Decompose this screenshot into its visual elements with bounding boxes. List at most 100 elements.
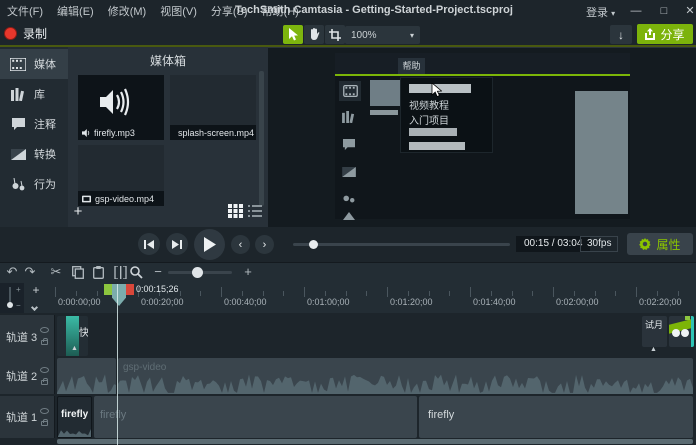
group-indicator-icon[interactable]: ▲ [650, 346, 657, 353]
preview-panel-rectangle [575, 91, 628, 214]
media-item-firefly[interactable]: firefly.mp3 [78, 75, 164, 140]
sidebar-item-annotations[interactable]: 注释 [0, 109, 68, 139]
grid-view-button[interactable] [228, 204, 243, 218]
scrubber-handle[interactable] [309, 240, 318, 249]
callout-circle [672, 329, 680, 337]
timeline-zoom-in-button[interactable]: + [240, 264, 256, 280]
add-track-button[interactable]: + [27, 284, 45, 297]
preview-more-icon [339, 211, 361, 223]
film-icon [9, 57, 27, 71]
track2-clip-gsp-video-a[interactable] [57, 358, 116, 394]
video-preview[interactable]: 帮助 视频教程 入门项目 [335, 53, 630, 219]
pan-tool-button[interactable] [304, 25, 324, 44]
track-lock-icon[interactable] [41, 340, 48, 345]
playhead-line[interactable] [117, 284, 118, 445]
clip-corner-marker [685, 316, 690, 320]
paste-icon [93, 266, 104, 279]
minimize-button[interactable]: — [624, 0, 648, 22]
list-view-button[interactable] [248, 204, 263, 218]
next-clip-button[interactable]: › [255, 235, 274, 254]
timeline-zoom-out-button[interactable]: − [150, 264, 166, 280]
preview-annotation-icon [339, 139, 361, 154]
track2-clip-gsp-video-b[interactable]: gsp-video [118, 358, 693, 394]
add-media-button[interactable]: + [70, 204, 86, 220]
collapse-tracks-button[interactable] [32, 301, 37, 313]
properties-button[interactable]: 属性 [627, 233, 693, 255]
canvas-zoom-select[interactable]: 100% ▾ [345, 26, 420, 44]
media-item-label: splash-screen.mp4 [170, 125, 256, 140]
redo-icon: ↷ [25, 264, 36, 279]
track1-clip-firefly-c[interactable]: firefly [419, 396, 693, 438]
ruler-tick-label: 0:02:20;00 [639, 297, 682, 307]
fps-badge[interactable]: 30fps [580, 236, 618, 252]
play-icon [203, 237, 216, 252]
track-height-control[interactable]: + − [0, 283, 24, 313]
close-button[interactable]: ✕ [678, 0, 696, 22]
track-visibility-icon[interactable] [40, 327, 49, 333]
media-item-gsp-video[interactable]: gsp-video.mp4 [78, 145, 164, 206]
step-backward-button[interactable] [138, 233, 160, 255]
split-button[interactable] [112, 264, 128, 280]
crop-tool-button[interactable] [325, 25, 345, 44]
export-frame-button[interactable]: ↓ [610, 25, 632, 44]
sign-in-button[interactable]: 登录 ▾ [586, 4, 615, 20]
track-height-handle[interactable] [7, 302, 13, 308]
sidebar-item-transitions[interactable]: 转换 [0, 139, 68, 169]
share-button[interactable]: 分享 [637, 24, 693, 44]
playback-scrubber[interactable] [293, 243, 510, 246]
playhead-handle[interactable] [112, 284, 126, 306]
menu-modify[interactable]: 修改(M) [101, 0, 154, 23]
group-indicator-icon[interactable]: ▲ [71, 345, 78, 352]
hand-icon [308, 28, 320, 41]
timeline-zoom-slider[interactable] [168, 271, 232, 274]
timeline-ruler[interactable]: + − + 0:00:00;00 0:00:20;00 0:00:40;00 0… [0, 283, 696, 313]
track3-clip-test[interactable]: 试月 [642, 316, 667, 347]
timeline-zoom-handle[interactable] [192, 267, 203, 278]
previous-clip-button[interactable]: ‹ [231, 235, 250, 254]
selection-in-handle[interactable] [104, 284, 112, 295]
tools-sidebar: 媒体 库 注释 转换 行为 [0, 47, 68, 227]
track3-header[interactable]: 轨道 3 [0, 315, 55, 358]
download-icon: ↓ [618, 28, 624, 42]
split-icon [114, 266, 127, 279]
record-button[interactable]: 录制 [4, 24, 47, 43]
track-lock-icon[interactable] [41, 421, 48, 426]
track2-header[interactable]: 轨道 2 [0, 358, 55, 394]
copy-button[interactable] [70, 264, 86, 280]
library-icon [9, 87, 27, 101]
sidebar-item-media[interactable]: 媒体 [0, 49, 68, 79]
preview-behaviors-icon [339, 191, 361, 206]
track1-header[interactable]: 轨道 1 [0, 396, 55, 438]
ruler-tick-label: 0:00:20;00 [141, 297, 184, 307]
timeline-horizontal-scrollbar[interactable] [57, 439, 693, 444]
menu-view[interactable]: 视图(V) [153, 0, 204, 23]
sidebar-item-behaviors[interactable]: 行为 [0, 169, 68, 199]
preview-help-menu: 帮助 [398, 58, 425, 75]
menu-file[interactable]: 文件(F) [0, 0, 50, 23]
cut-button[interactable]: ✂ [48, 264, 64, 280]
preview-menu-item-bar [409, 128, 457, 136]
maximize-button[interactable]: □ [652, 0, 676, 22]
selection-out-handle[interactable] [126, 284, 134, 295]
cursor-tool-button[interactable] [283, 25, 303, 44]
track-visibility-icon[interactable] [40, 367, 49, 373]
step-forward-button[interactable] [166, 233, 188, 255]
undo-button[interactable]: ↶ [4, 264, 20, 280]
track-visibility-icon[interactable] [40, 408, 49, 414]
sidebar-item-library[interactable]: 库 [0, 79, 68, 109]
paste-button[interactable] [90, 264, 106, 280]
track1-clip-firefly-a[interactable]: firefly [57, 396, 92, 438]
redo-button[interactable]: ↷ [22, 264, 38, 280]
record-icon [4, 27, 17, 40]
ruler-tick-label: 0:01:40;00 [473, 297, 516, 307]
media-bin-scrollbar[interactable] [259, 71, 264, 206]
play-button[interactable] [194, 229, 225, 260]
track-lock-icon[interactable] [41, 380, 48, 385]
menu-edit[interactable]: 编辑(E) [50, 0, 101, 23]
callout-circle [681, 329, 689, 337]
media-item-splash-screen[interactable]: splash-screen.mp4 [170, 75, 256, 140]
ruler-tick-label: 0:01:00;00 [307, 297, 350, 307]
track3-clip-callout[interactable] [669, 316, 694, 347]
timeline-zoom-tool[interactable] [128, 264, 144, 280]
track1-clip-firefly-b[interactable]: firefly [94, 396, 417, 438]
